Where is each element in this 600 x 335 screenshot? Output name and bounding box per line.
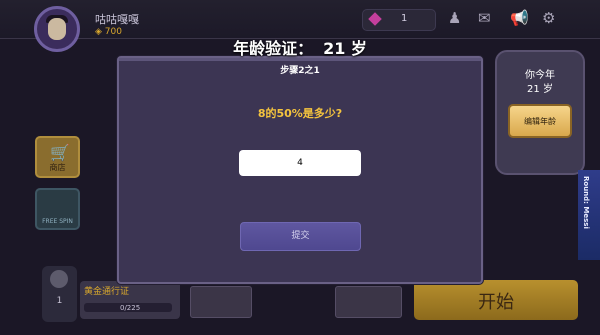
cart-icon: 🛒 xyxy=(50,143,70,162)
level-badge[interactable]: 1 xyxy=(42,266,77,322)
gold-pass-title: 黄金通行证 xyxy=(84,287,130,297)
announcement-icon[interactable]: 📢 xyxy=(510,10,529,26)
dialog-question: 8的50%是多少? xyxy=(257,107,343,120)
side-banner-text: Round: Messi xyxy=(582,176,590,229)
mode-button-2[interactable] xyxy=(335,286,402,318)
dialog-title-text: 年龄验证： xyxy=(233,39,314,58)
profile-icon[interactable]: ♟ xyxy=(448,10,461,26)
age-panel-line2: 21 岁 xyxy=(527,84,553,95)
start-button[interactable]: 开始 xyxy=(414,280,578,320)
player-name: 咕咕嘎嘎 xyxy=(95,13,139,26)
level-number: 1 xyxy=(56,296,63,306)
gem-count: 1 xyxy=(401,13,408,24)
settings-icon[interactable]: ⚙ xyxy=(542,10,555,26)
gold-pass-panel[interactable]: 黄金通行证 0/225 xyxy=(80,281,180,319)
free-spin-button[interactable]: FREE SPIN xyxy=(35,188,80,230)
gold-pass-progress-text: 0/225 xyxy=(120,304,141,312)
side-promo-banner[interactable]: Round: Messi xyxy=(578,170,600,260)
submit-button[interactable]: 提交 xyxy=(240,222,361,251)
free-spin-label: FREE SPIN xyxy=(42,218,73,225)
gem-icon xyxy=(368,12,382,26)
dialog-step: 步骤2之1 xyxy=(280,66,320,76)
mail-icon[interactable]: ✉ xyxy=(478,10,491,26)
dialog-title: 年龄验证： 21 岁 xyxy=(0,35,600,59)
start-label: 开始 xyxy=(478,292,514,313)
dialog-title-age: 21 岁 xyxy=(323,39,367,58)
shop-label: 商店 xyxy=(49,163,66,172)
shop-button[interactable]: 🛒 商店 xyxy=(35,136,80,178)
gem-balance[interactable]: 1 xyxy=(362,9,436,31)
answer-input[interactable] xyxy=(239,150,361,176)
mode-button-1[interactable] xyxy=(190,286,252,318)
level-icon xyxy=(50,270,68,288)
